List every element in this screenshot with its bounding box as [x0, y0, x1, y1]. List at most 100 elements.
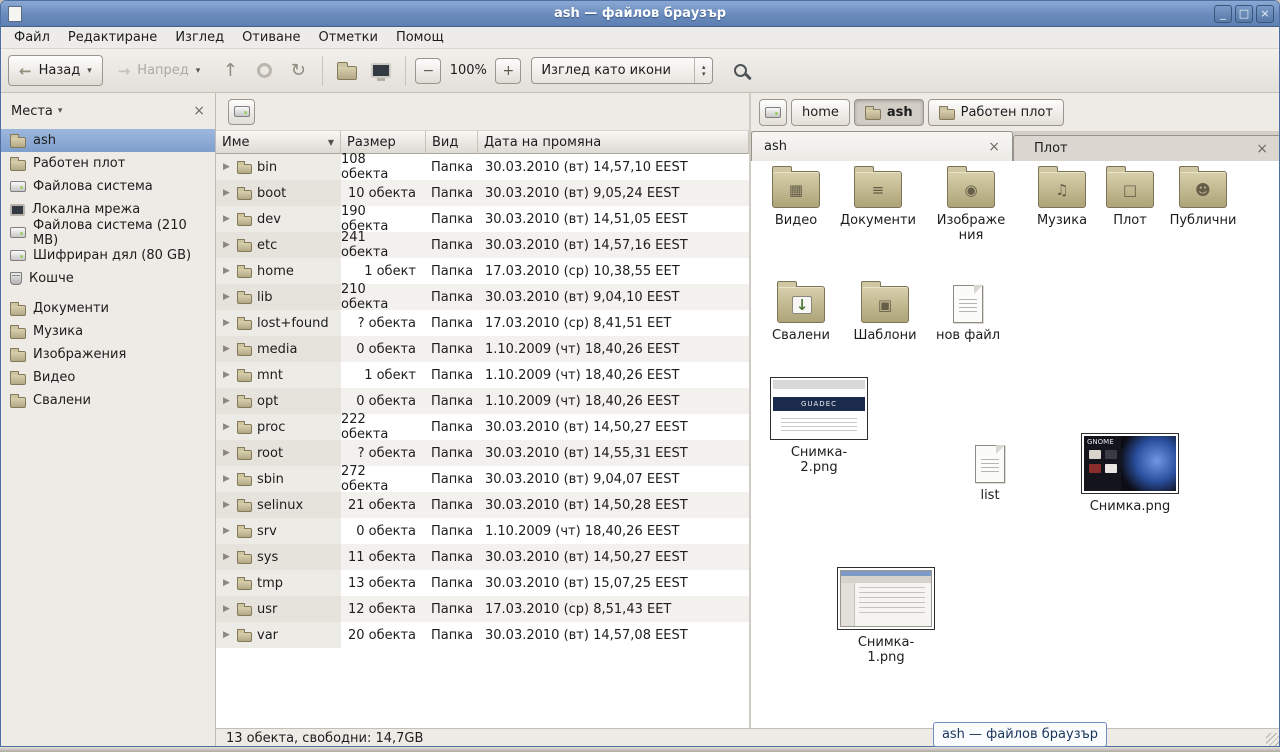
icon-item-templates[interactable]: ▣ Шаблони — [842, 286, 928, 343]
expander-icon[interactable] — [221, 162, 232, 172]
icon-item-newfile[interactable]: нов файл — [925, 285, 1011, 343]
table-row[interactable]: tmp 13 обекта Папка 30.03.2010 (вт) 15,0… — [216, 570, 749, 596]
up-button[interactable]: ↑ — [215, 56, 245, 86]
expander-icon[interactable] — [221, 552, 232, 562]
taskbar-window-button[interactable]: ash — файлов браузър — [933, 722, 1107, 747]
table-row[interactable]: proc 222 обекта Папка 30.03.2010 (вт) 14… — [216, 414, 749, 440]
tab-close-icon[interactable]: × — [1256, 141, 1268, 157]
icon-item-public[interactable]: ☻ Публични — [1160, 171, 1246, 228]
expander-icon[interactable] — [221, 500, 232, 510]
zoom-out-button[interactable]: − — [415, 58, 441, 84]
sidebar-item-trash[interactable]: Кошче — [1, 267, 215, 290]
sidebar-item-music[interactable]: Музика — [1, 320, 215, 343]
close-button[interactable]: × — [1256, 5, 1274, 23]
column-header-size[interactable]: Размер — [341, 131, 426, 154]
table-row[interactable]: sbin 272 обекта Папка 30.03.2010 (вт) 9,… — [216, 466, 749, 492]
back-button[interactable]: ← Назад ▾ — [8, 55, 103, 86]
table-row[interactable]: lib 210 обекта Папка 30.03.2010 (вт) 9,0… — [216, 284, 749, 310]
pathbar-ash-button[interactable]: ash — [854, 99, 924, 126]
sidebar-item-documents[interactable]: Документи — [1, 297, 215, 320]
expander-icon[interactable] — [221, 318, 232, 328]
table-row[interactable]: usr 12 обекта Папка 17.03.2010 (ср) 8,51… — [216, 596, 749, 622]
icon-item-snimka[interactable]: GNOME Снимка.png — [1080, 433, 1180, 514]
computer-button[interactable] — [366, 56, 396, 86]
menu-view[interactable]: Изглед — [166, 27, 233, 48]
column-header-kind[interactable]: Вид — [426, 131, 478, 154]
expander-icon[interactable] — [221, 474, 232, 484]
expander-icon[interactable] — [221, 292, 232, 302]
expander-icon[interactable] — [221, 370, 232, 380]
pathbar-root-button[interactable] — [759, 99, 787, 126]
home-folder-button[interactable] — [332, 56, 362, 86]
sidebar-item-ash[interactable]: ash — [1, 129, 215, 152]
expander-icon[interactable] — [221, 240, 232, 250]
icon-item-video[interactable]: ▦ Видео — [753, 171, 839, 228]
icon-item-list[interactable]: list — [947, 445, 1033, 503]
sidebar-item-filesystem-210mb[interactable]: Файлова система (210 MB) — [1, 221, 215, 244]
resize-grip[interactable] — [1266, 733, 1279, 746]
icon-item-documents[interactable]: ≡ Документи — [835, 171, 921, 228]
icon-item-images[interactable]: ◉ Изображения — [933, 171, 1009, 243]
reload-button[interactable]: ↻ — [283, 56, 313, 86]
icon-item-snimka2[interactable]: GUADEC Снимка-2.png — [769, 377, 869, 475]
icon-item-downloads[interactable]: ↓ Свалени — [758, 286, 844, 343]
menu-bookmarks[interactable]: Отметки — [309, 27, 386, 48]
sidebar-item-images[interactable]: Изображения — [1, 343, 215, 366]
pathbar-desktop-button[interactable]: Работен плот — [928, 99, 1064, 126]
table-row[interactable]: bin 108 обекта Папка 30.03.2010 (вт) 14,… — [216, 154, 749, 180]
sidebar-item-downloads[interactable]: Свалени — [1, 389, 215, 412]
table-row[interactable]: mnt 1 обект Папка 1.10.2009 (чт) 18,40,2… — [216, 362, 749, 388]
table-row[interactable]: root ? обекта Папка 30.03.2010 (вт) 14,5… — [216, 440, 749, 466]
table-row[interactable]: home 1 обект Папка 17.03.2010 (ср) 10,38… — [216, 258, 749, 284]
expander-icon[interactable] — [221, 604, 232, 614]
sidebar-close-icon[interactable]: × — [193, 103, 205, 119]
expander-icon[interactable] — [221, 448, 232, 458]
table-row[interactable]: lost+found ? обекта Папка 17.03.2010 (ср… — [216, 310, 749, 336]
table-row[interactable]: var 20 обекта Папка 30.03.2010 (вт) 14,5… — [216, 622, 749, 648]
sidebar-item-label: Свалени — [33, 393, 91, 408]
tab-close-icon[interactable]: × — [988, 139, 1000, 155]
combo-arrows-icon[interactable]: ▴ ▾ — [694, 58, 712, 83]
tab-ash[interactable]: ash × — [751, 131, 1013, 161]
sidebar-item-video[interactable]: Видео — [1, 366, 215, 389]
file-size: 190 обекта — [341, 206, 426, 232]
menu-go[interactable]: Отиване — [233, 27, 309, 48]
zoom-in-button[interactable]: + — [495, 58, 521, 84]
table-row[interactable]: media 0 обекта Папка 1.10.2009 (чт) 18,4… — [216, 336, 749, 362]
expander-icon[interactable] — [221, 344, 232, 354]
expander-icon[interactable] — [221, 188, 232, 198]
view-mode-combo[interactable]: Изглед като икони ▴ ▾ — [531, 57, 713, 84]
maximize-button[interactable]: □ — [1235, 5, 1253, 23]
menu-edit[interactable]: Редактиране — [59, 27, 166, 48]
menu-file[interactable]: Файл — [5, 27, 59, 48]
table-row[interactable]: selinux 21 обекта Папка 30.03.2010 (вт) … — [216, 492, 749, 518]
icon-item-snimka1[interactable]: Снимка-1.png — [836, 567, 936, 665]
column-header-date[interactable]: Дата на промяна — [478, 131, 749, 154]
tab-desktop[interactable]: Плот × — [1013, 135, 1280, 161]
sidebar-item-encrypted[interactable]: Шифриран дял (80 GB) — [1, 244, 215, 267]
pathbar-home-button[interactable]: home — [791, 99, 850, 126]
table-row[interactable]: etc 241 обекта Папка 30.03.2010 (вт) 14,… — [216, 232, 749, 258]
expander-icon[interactable] — [221, 396, 232, 406]
expander-icon[interactable] — [221, 214, 232, 224]
table-row[interactable]: dev 190 обекта Папка 30.03.2010 (вт) 14,… — [216, 206, 749, 232]
list-view-pane: Име ▼ Размер Вид Дата на промяна bin 108 — [216, 93, 751, 728]
sidebar-item-desktop[interactable]: Работен плот — [1, 152, 215, 175]
chevron-down-icon[interactable]: ▾ — [58, 106, 63, 116]
expander-icon[interactable] — [221, 630, 232, 640]
table-row[interactable]: opt 0 обекта Папка 1.10.2009 (чт) 18,40,… — [216, 388, 749, 414]
table-row[interactable]: srv 0 обекта Папка 1.10.2009 (чт) 18,40,… — [216, 518, 749, 544]
expander-icon[interactable] — [221, 578, 232, 588]
menu-help[interactable]: Помощ — [387, 27, 453, 48]
column-header-name[interactable]: Име ▼ — [216, 131, 341, 154]
expander-icon[interactable] — [221, 422, 232, 432]
expander-icon[interactable] — [221, 526, 232, 536]
sidebar-title[interactable]: Места — [11, 104, 53, 119]
search-button[interactable] — [725, 56, 755, 86]
sidebar-item-filesystem[interactable]: Файлова система — [1, 175, 215, 198]
root-location-button[interactable] — [228, 99, 255, 125]
table-row[interactable]: sys 11 обекта Папка 30.03.2010 (вт) 14,5… — [216, 544, 749, 570]
table-row[interactable]: boot 10 обекта Папка 30.03.2010 (вт) 9,0… — [216, 180, 749, 206]
expander-icon[interactable] — [221, 266, 232, 276]
minimize-button[interactable]: _ — [1214, 5, 1232, 23]
